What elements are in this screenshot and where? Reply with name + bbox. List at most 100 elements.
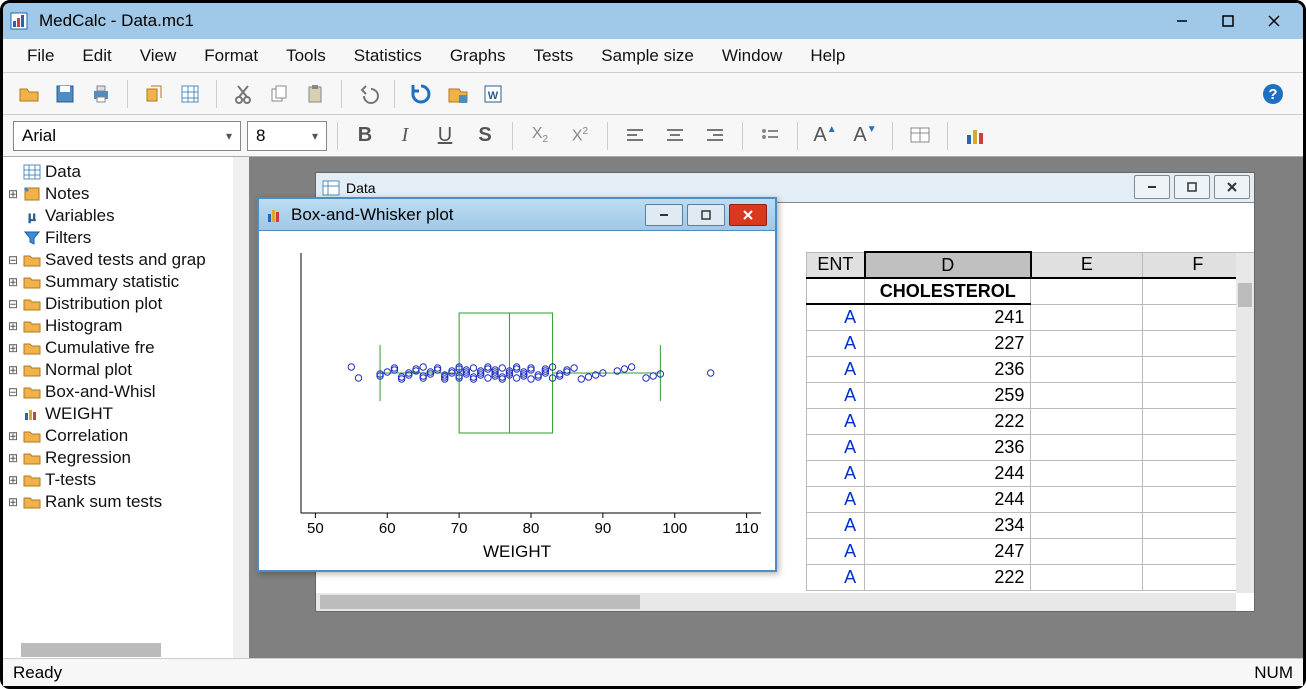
font-size-combo[interactable]: 8▾	[247, 121, 327, 151]
tree-distplot[interactable]: ⊟Distribution plot	[5, 293, 247, 315]
tree-filters[interactable]: Filters	[5, 227, 247, 249]
copy-sheet-icon[interactable]	[138, 78, 170, 110]
table-row[interactable]: A244	[807, 460, 1254, 486]
help-icon[interactable]: ?	[1257, 78, 1289, 110]
tree-summary[interactable]: ⊞Summary statistic	[5, 271, 247, 293]
tree-weight[interactable]: WEIGHT	[5, 403, 247, 425]
filter-icon	[21, 230, 43, 246]
table-row[interactable]: A241	[807, 304, 1254, 330]
table-row[interactable]: A234	[807, 512, 1254, 538]
save-all-icon[interactable]	[441, 78, 473, 110]
menu-tools[interactable]: Tools	[272, 40, 340, 72]
data-minimize-button[interactable]	[1134, 175, 1170, 199]
table-row[interactable]: A244	[807, 486, 1254, 512]
data-maximize-button[interactable]	[1174, 175, 1210, 199]
chart-icon	[21, 407, 43, 421]
menu-file[interactable]: File	[13, 40, 68, 72]
table-row[interactable]: A222	[807, 564, 1254, 590]
close-button[interactable]	[1251, 7, 1297, 35]
plot-minimize-button[interactable]	[645, 204, 683, 226]
chart-button[interactable]	[958, 119, 992, 153]
cut-icon[interactable]	[227, 78, 259, 110]
sheet-icon[interactable]	[174, 78, 206, 110]
svg-text:70: 70	[451, 520, 468, 537]
menubar: File Edit View Format Tools Statistics G…	[3, 39, 1303, 73]
tree-data[interactable]: Data	[5, 161, 247, 183]
tree-histogram[interactable]: ⊞Histogram	[5, 315, 247, 337]
table-row[interactable]: A236	[807, 356, 1254, 382]
menu-format[interactable]: Format	[190, 40, 272, 72]
menu-tests[interactable]: Tests	[520, 40, 588, 72]
sheet-hscroll[interactable]	[316, 593, 1236, 611]
font-name-combo[interactable]: Arial▾	[13, 121, 241, 151]
underline-button[interactable]: U	[428, 119, 462, 153]
tree-cumfreq[interactable]: ⊞Cumulative fre	[5, 337, 247, 359]
plot-xlabel: WEIGHT	[261, 542, 773, 562]
header-cholesterol[interactable]: CHOLESTEROL	[865, 278, 1031, 304]
tree-ttests[interactable]: ⊞T-tests	[5, 469, 247, 491]
svg-text:100: 100	[662, 520, 687, 537]
status-text: Ready	[13, 663, 62, 683]
table-row[interactable]: A247	[807, 538, 1254, 564]
export-word-icon[interactable]: W	[477, 78, 509, 110]
menu-graphs[interactable]: Graphs	[436, 40, 520, 72]
table-row[interactable]: A259	[807, 382, 1254, 408]
tree-saved[interactable]: ⊟Saved tests and grap	[5, 249, 247, 271]
plot-close-button[interactable]	[729, 204, 767, 226]
menu-help[interactable]: Help	[796, 40, 859, 72]
minimize-button[interactable]	[1159, 7, 1205, 35]
menu-sample-size[interactable]: Sample size	[587, 40, 708, 72]
plot-maximize-button[interactable]	[687, 204, 725, 226]
sidebar-hscroll[interactable]	[21, 643, 161, 657]
undo-icon[interactable]	[352, 78, 384, 110]
align-center-button[interactable]	[658, 119, 692, 153]
menu-window[interactable]: Window	[708, 40, 796, 72]
tree-correlation[interactable]: ⊞Correlation	[5, 425, 247, 447]
italic-button[interactable]: I	[388, 119, 422, 153]
svg-text:80: 80	[523, 520, 540, 537]
decrease-font-button[interactable]: A▼	[848, 119, 882, 153]
tree-normplot[interactable]: ⊞Normal plot	[5, 359, 247, 381]
save-icon[interactable]	[49, 78, 81, 110]
tree-boxwhisker[interactable]: ⊟Box-and-Whisl	[5, 381, 247, 403]
align-left-button[interactable]	[618, 119, 652, 153]
plot-window[interactable]: Box-and-Whisker plot 5060708090100110 WE…	[257, 197, 777, 572]
main-toolbar: W ?	[3, 73, 1303, 115]
menu-statistics[interactable]: Statistics	[340, 40, 436, 72]
strike-button[interactable]: S	[468, 119, 502, 153]
chevron-down-icon: ▾	[312, 129, 318, 143]
col-header-d[interactable]: D	[865, 252, 1031, 278]
tree-regression[interactable]: ⊞Regression	[5, 447, 247, 469]
maximize-button[interactable]	[1205, 7, 1251, 35]
tree-notes[interactable]: ⊞Notes	[5, 183, 247, 205]
sidebar-vscroll[interactable]	[233, 157, 249, 658]
folder-icon	[21, 363, 43, 377]
notes-icon	[21, 186, 43, 202]
paste-icon[interactable]	[299, 78, 331, 110]
menu-edit[interactable]: Edit	[68, 40, 125, 72]
tree-ranksum[interactable]: ⊞Rank sum tests	[5, 491, 247, 513]
increase-font-button[interactable]: A▲	[808, 119, 842, 153]
print-icon[interactable]	[85, 78, 117, 110]
refresh-icon[interactable]	[405, 78, 437, 110]
table-row[interactable]: A227	[807, 330, 1254, 356]
folder-icon	[21, 341, 43, 355]
bold-button[interactable]: B	[348, 119, 382, 153]
table-button[interactable]	[903, 119, 937, 153]
superscript-button[interactable]: X2	[563, 119, 597, 153]
col-header-partial[interactable]: ENT	[807, 252, 865, 278]
data-close-button[interactable]	[1214, 175, 1250, 199]
sheet-vscroll[interactable]	[1236, 253, 1254, 593]
table-icon	[21, 164, 43, 180]
align-right-button[interactable]	[698, 119, 732, 153]
open-icon[interactable]	[13, 78, 45, 110]
bullets-button[interactable]	[753, 119, 787, 153]
col-header-e[interactable]: E	[1031, 252, 1142, 278]
boxwhisker-chart: 5060708090100110	[261, 233, 775, 543]
tree-variables[interactable]: 𝛍Variables	[5, 205, 247, 227]
table-row[interactable]: A222	[807, 408, 1254, 434]
copy-icon[interactable]	[263, 78, 295, 110]
menu-view[interactable]: View	[126, 40, 191, 72]
table-row[interactable]: A236	[807, 434, 1254, 460]
subscript-button[interactable]: X2	[523, 119, 557, 153]
